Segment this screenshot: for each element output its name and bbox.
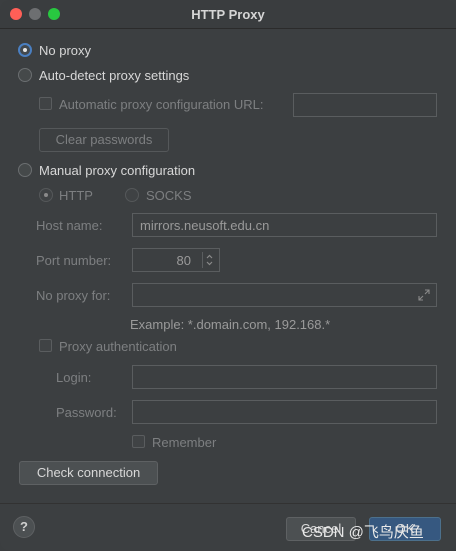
no-proxy-radio[interactable] [18,43,32,57]
title-bar: HTTP Proxy [0,0,456,29]
auto-config-url-input[interactable] [293,93,437,117]
auto-config-url-checkbox[interactable] [39,97,52,110]
http-radio[interactable] [39,188,53,202]
auto-config-url-label: Automatic proxy configuration URL: [59,97,264,112]
check-connection-button[interactable]: Check connection [19,461,158,485]
example-hint: Example: *.domain.com, 192.168.* [130,317,331,332]
proxy-auth-label: Proxy authentication [59,339,177,354]
login-input[interactable] [132,365,437,389]
host-name-value: mirrors.neusoft.edu.cn [140,218,270,233]
auto-detect-label[interactable]: Auto-detect proxy settings [39,68,189,83]
no-proxy-for-label: No proxy for: [36,288,111,303]
port-number-stepper[interactable]: 80 [132,248,220,272]
no-proxy-for-input[interactable] [132,283,437,307]
no-proxy-label[interactable]: No proxy [39,43,91,58]
port-number-label: Port number: [36,253,112,268]
proxy-auth-checkbox[interactable] [39,339,52,352]
password-input[interactable] [132,400,437,424]
port-number-value: 80 [176,253,191,268]
proxy-dialog: HTTP Proxy No proxy Auto-detect proxy se… [0,0,456,551]
manual-proxy-label[interactable]: Manual proxy configuration [39,163,195,178]
dialog-title: HTTP Proxy [191,7,265,22]
clear-passwords-button[interactable]: Clear passwords [39,128,169,152]
auto-detect-radio[interactable] [18,68,32,82]
host-name-label: Host name: [36,218,103,233]
password-label: Password: [56,405,117,420]
login-label: Login: [56,370,92,385]
http-label: HTTP [59,188,93,203]
help-button[interactable]: ? [13,516,35,538]
manual-proxy-radio[interactable] [18,163,32,177]
remember-checkbox[interactable] [132,435,145,448]
csdn-watermark: CSDN @飞鸟庆鱼 [302,524,424,541]
socks-label: SOCKS [146,188,192,203]
stepper-arrows[interactable] [202,252,216,268]
expand-icon[interactable] [418,289,430,301]
remember-label: Remember [152,435,217,450]
socks-radio[interactable] [125,188,139,202]
stepper-arrows-icon [206,254,213,266]
host-name-input[interactable]: mirrors.neusoft.edu.cn [132,213,437,237]
